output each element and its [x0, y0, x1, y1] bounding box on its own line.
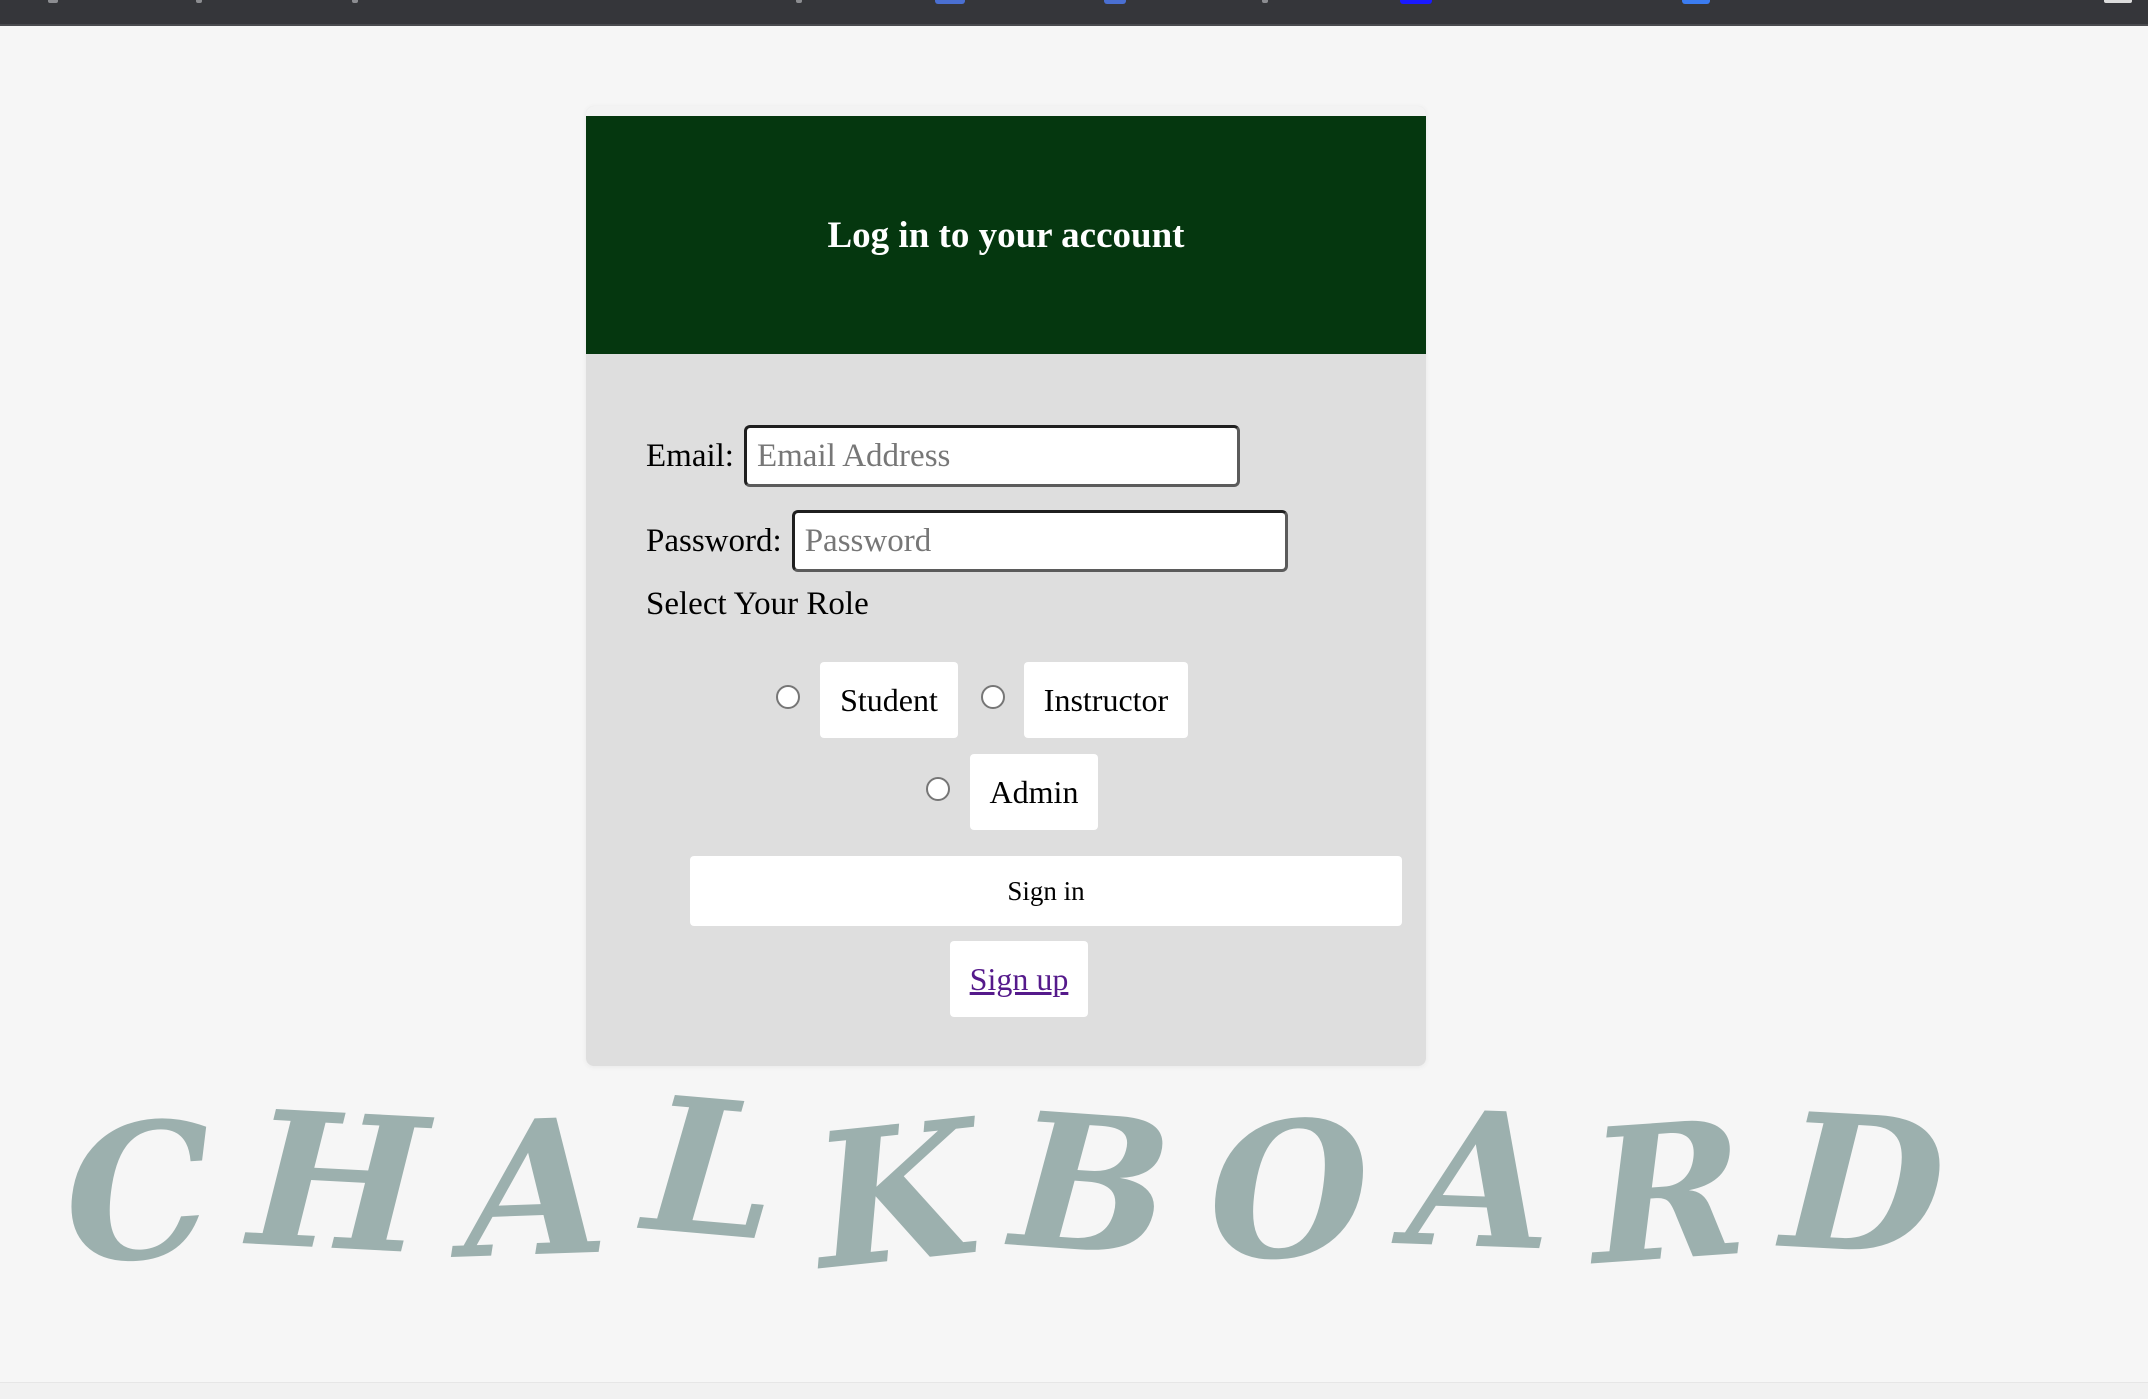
- bookmark-favicon-icon[interactable]: [1682, 0, 1710, 4]
- brand-letter: D: [1777, 1070, 1950, 1299]
- admin-role-label[interactable]: Admin: [970, 754, 1098, 830]
- sign-in-button[interactable]: Sign in: [690, 856, 1402, 926]
- browser-top-bar: [0, 0, 2148, 26]
- email-field[interactable]: [743, 425, 1240, 487]
- brand-letter: H: [244, 1068, 432, 1297]
- student-role-text: Student: [840, 681, 938, 718]
- brand-letter: A: [459, 1076, 612, 1301]
- admin-role-text: Admin: [989, 773, 1079, 810]
- password-label: Password:: [646, 522, 782, 559]
- brand-letter: A: [1404, 1068, 1557, 1293]
- password-field[interactable]: [791, 510, 1288, 572]
- bottom-bar: [0, 1382, 2148, 1399]
- email-label: Email:: [646, 437, 734, 474]
- brand-letter: R: [1583, 1077, 1753, 1308]
- email-row: Email:: [646, 425, 1240, 487]
- brand-letter: C: [56, 1078, 220, 1307]
- brand-letter: L: [637, 1053, 788, 1284]
- browser-toolbar-glyph: [196, 0, 202, 3]
- student-role-label[interactable]: Student: [820, 662, 958, 738]
- browser-toolbar-glyph: [1262, 0, 1268, 3]
- page-title: Log in to your account: [827, 214, 1185, 256]
- browser-menu-icon[interactable]: [2104, 0, 2132, 3]
- bookmark-favicon-icon[interactable]: [1104, 0, 1126, 4]
- bookmark-favicon-icon[interactable]: [935, 0, 965, 4]
- sign-up-link[interactable]: Sign up: [970, 961, 1069, 998]
- student-radio[interactable]: [776, 685, 800, 709]
- instructor-role-label[interactable]: Instructor: [1024, 662, 1188, 738]
- password-row: Password:: [646, 510, 1288, 572]
- admin-radio[interactable]: [926, 777, 950, 801]
- browser-toolbar-glyph: [48, 0, 58, 3]
- role-section-title: Select Your Role: [646, 586, 869, 622]
- brand-letter: B: [1006, 1069, 1179, 1300]
- card-top-strip: [586, 106, 1426, 116]
- browser-toolbar-glyph: [352, 0, 358, 3]
- browser-toolbar-glyph: [796, 0, 802, 3]
- brand-letter: K: [803, 1077, 988, 1312]
- brand-letter: O: [1202, 1076, 1377, 1305]
- instructor-role-text: Instructor: [1043, 681, 1169, 718]
- brand-logo: CHALKBOARD: [57, 1054, 1950, 1312]
- login-header: Log in to your account: [586, 116, 1426, 354]
- instructor-radio[interactable]: [981, 685, 1005, 709]
- sign-up-container: Sign up: [950, 941, 1088, 1017]
- bookmark-favicon-icon[interactable]: [1400, 0, 1432, 4]
- login-card: Log in to your account Email: Password: …: [586, 106, 1426, 1066]
